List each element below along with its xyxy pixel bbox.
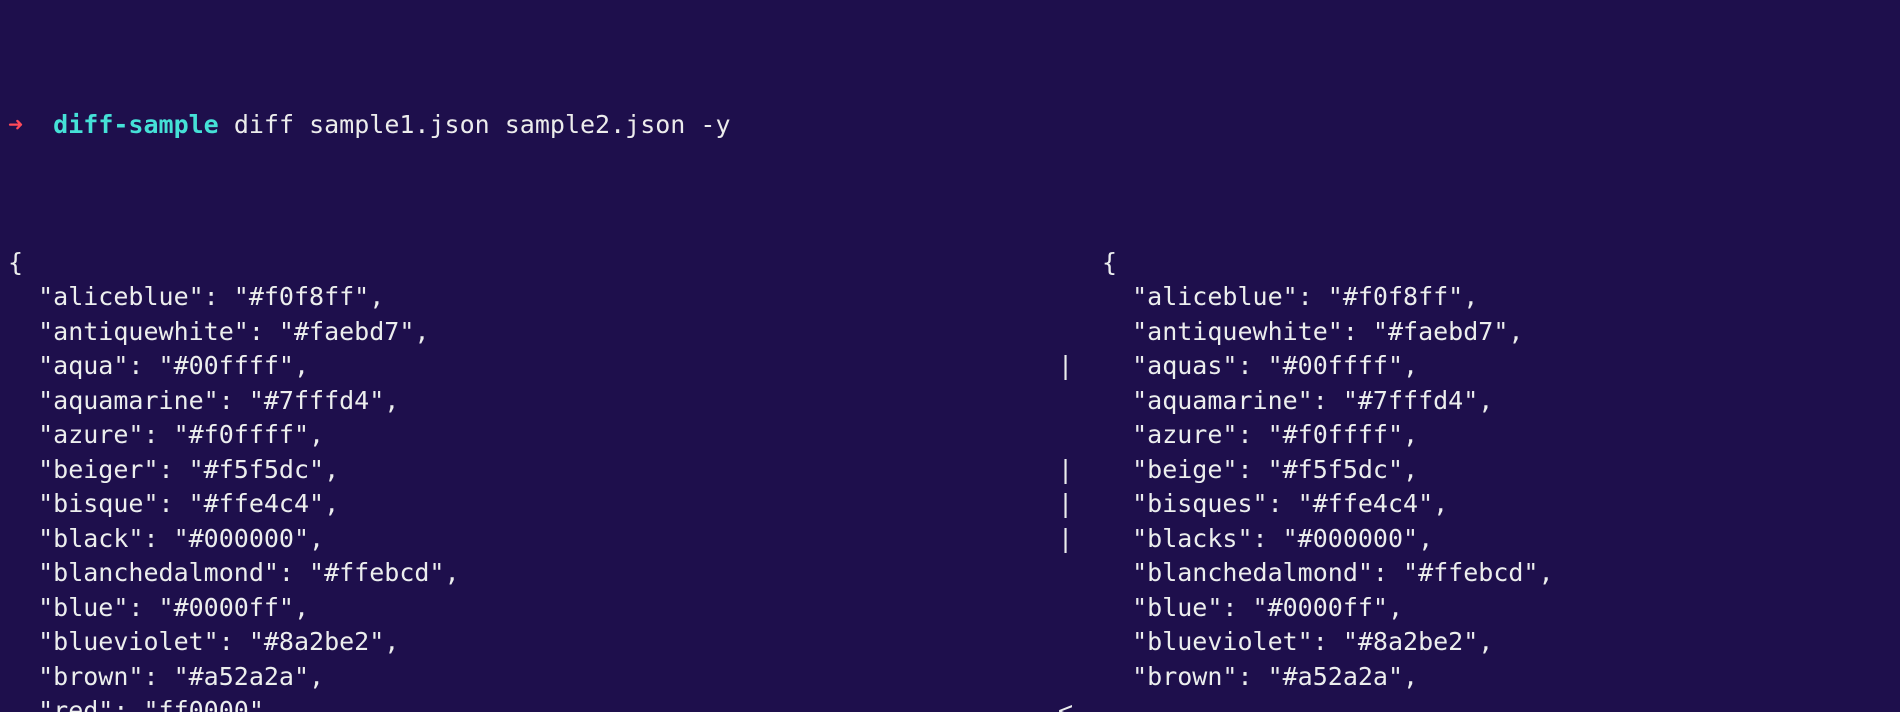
diff-row: "aquamarine": "#7fffd4", "aquamarine": "… — [8, 384, 1892, 419]
diff-row: "blanchedalmond": "#ffebcd", "blanchedal… — [8, 556, 1892, 591]
diff-left-cell: "antiquewhite": "#faebd7", — [8, 315, 1058, 350]
diff-marker: | — [1058, 522, 1102, 557]
diff-left-cell: "azure": "#f0ffff", — [8, 418, 1058, 453]
diff-marker — [1058, 418, 1102, 453]
diff-marker — [1058, 591, 1102, 626]
diff-left-cell: "aliceblue": "#f0f8ff", — [8, 280, 1058, 315]
diff-row: "beiger": "#f5f5dc",| "beige": "#f5f5dc"… — [8, 453, 1892, 488]
diff-left-cell: "brown": "#a52a2a", — [8, 660, 1058, 695]
diff-row: "bisque": "#ffe4c4",| "bisques": "#ffe4c… — [8, 487, 1892, 522]
diff-output: {{ "aliceblue": "#f0f8ff", "aliceblue": … — [8, 246, 1892, 712]
diff-right-cell: "aliceblue": "#f0f8ff", — [1102, 280, 1892, 315]
diff-marker — [1058, 246, 1102, 281]
diff-right-cell: "blue": "#0000ff", — [1102, 591, 1892, 626]
diff-left-cell: "bisque": "#ffe4c4", — [8, 487, 1058, 522]
diff-marker — [1058, 625, 1102, 660]
diff-right-cell — [1102, 694, 1892, 712]
diff-marker: | — [1058, 453, 1102, 488]
diff-left-cell: "blueviolet": "#8a2be2", — [8, 625, 1058, 660]
diff-right-cell: "antiquewhite": "#faebd7", — [1102, 315, 1892, 350]
diff-right-cell: "azure": "#f0ffff", — [1102, 418, 1892, 453]
diff-marker — [1058, 280, 1102, 315]
diff-left-cell: "beiger": "#f5f5dc", — [8, 453, 1058, 488]
diff-right-cell: "aquas": "#00ffff", — [1102, 349, 1892, 384]
prompt-cwd: diff-sample — [53, 108, 219, 143]
diff-right-cell: "blueviolet": "#8a2be2", — [1102, 625, 1892, 660]
diff-marker — [1058, 660, 1102, 695]
diff-left-cell: "blue": "#0000ff", — [8, 591, 1058, 626]
diff-left-cell: "red": "ff0000" — [8, 694, 1058, 712]
diff-right-cell: "blacks": "#000000", — [1102, 522, 1892, 557]
diff-row: "black": "#000000",| "blacks": "#000000"… — [8, 522, 1892, 557]
diff-left-cell: "black": "#000000", — [8, 522, 1058, 557]
diff-left-cell: "aqua": "#00ffff", — [8, 349, 1058, 384]
diff-marker: | — [1058, 487, 1102, 522]
diff-left-cell: "blanchedalmond": "#ffebcd", — [8, 556, 1058, 591]
diff-row: "blue": "#0000ff", "blue": "#0000ff", — [8, 591, 1892, 626]
diff-right-cell: "bisques": "#ffe4c4", — [1102, 487, 1892, 522]
diff-row: {{ — [8, 246, 1892, 281]
diff-right-cell: "beige": "#f5f5dc", — [1102, 453, 1892, 488]
diff-row: "blueviolet": "#8a2be2", "blueviolet": "… — [8, 625, 1892, 660]
diff-marker — [1058, 315, 1102, 350]
prompt-command: diff sample1.json sample2.json -y — [234, 108, 731, 143]
diff-right-cell: "aquamarine": "#7fffd4", — [1102, 384, 1892, 419]
diff-marker: | — [1058, 349, 1102, 384]
diff-left-cell: "aquamarine": "#7fffd4", — [8, 384, 1058, 419]
diff-marker — [1058, 556, 1102, 591]
terminal-viewport[interactable]: ➜ diff-sample diff sample1.json sample2.… — [0, 0, 1900, 712]
diff-right-cell: "blanchedalmond": "#ffebcd", — [1102, 556, 1892, 591]
diff-marker: < — [1058, 694, 1102, 712]
diff-row: "aqua": "#00ffff",| "aquas": "#00ffff", — [8, 349, 1892, 384]
diff-row: "red": "ff0000"< — [8, 694, 1892, 712]
diff-row: "azure": "#f0ffff", "azure": "#f0ffff", — [8, 418, 1892, 453]
diff-row: "brown": "#a52a2a", "brown": "#a52a2a", — [8, 660, 1892, 695]
diff-right-cell: { — [1102, 246, 1892, 281]
diff-left-cell: { — [8, 246, 1058, 281]
diff-marker — [1058, 384, 1102, 419]
diff-right-cell: "brown": "#a52a2a", — [1102, 660, 1892, 695]
diff-row: "antiquewhite": "#faebd7", "antiquewhite… — [8, 315, 1892, 350]
prompt-line: ➜ diff-sample diff sample1.json sample2.… — [8, 108, 1892, 143]
diff-row: "aliceblue": "#f0f8ff", "aliceblue": "#f… — [8, 280, 1892, 315]
prompt-arrow-icon: ➜ — [8, 108, 23, 143]
